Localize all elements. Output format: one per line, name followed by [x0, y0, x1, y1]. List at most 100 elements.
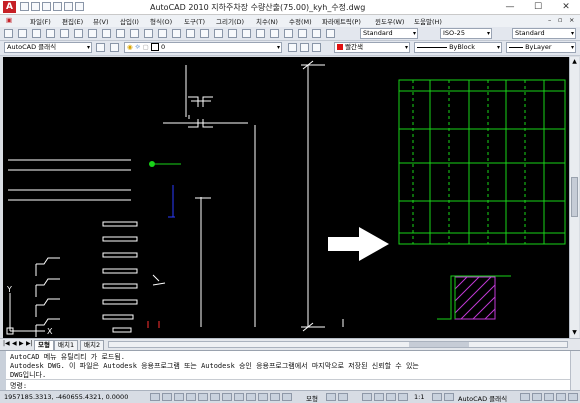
- workspace-combo[interactable]: AutoCAD 클래식 ▾: [4, 42, 92, 53]
- dynamic-input-icon[interactable]: [246, 393, 256, 401]
- isolate-objects-icon[interactable]: [544, 393, 554, 401]
- open-file-icon[interactable]: [31, 2, 40, 11]
- tray-settings-icon[interactable]: [556, 393, 566, 401]
- first-tab-icon[interactable]: |◀: [3, 340, 10, 347]
- open-icon[interactable]: [18, 29, 27, 38]
- menu-file[interactable]: 파일(F): [30, 16, 51, 26]
- table-style-combo[interactable]: Standard ▾: [512, 28, 576, 39]
- plot-icon[interactable]: [46, 29, 55, 38]
- scroll-down-icon[interactable]: ▼: [571, 329, 578, 336]
- menu-insert[interactable]: 삽입(I): [120, 16, 139, 26]
- properties-icon[interactable]: [242, 29, 251, 38]
- layer-combo[interactable]: ◉ ☼ ▢ 0 ▾: [124, 42, 282, 53]
- quickcalc-icon[interactable]: [312, 29, 321, 38]
- sheet-set-icon[interactable]: [284, 29, 293, 38]
- last-tab-icon[interactable]: ▶|: [26, 340, 33, 347]
- menu-draw[interactable]: 그리기(D): [216, 16, 244, 26]
- undo-icon[interactable]: [53, 2, 62, 11]
- prev-tab-icon[interactable]: ◀: [12, 340, 17, 347]
- preview-icon[interactable]: [60, 29, 69, 38]
- pan-icon[interactable]: [362, 393, 372, 401]
- redo-icon[interactable]: [64, 2, 73, 11]
- copy-icon[interactable]: [102, 29, 111, 38]
- doc-close-icon[interactable]: ×: [569, 16, 574, 24]
- menu-modify[interactable]: 수정(M): [289, 16, 312, 26]
- dim-style-combo[interactable]: ISO-25 ▾: [440, 28, 492, 39]
- vertical-scrollbar[interactable]: ▲ ▼: [569, 57, 579, 338]
- selection-cycling-icon[interactable]: [282, 393, 292, 401]
- menu-help[interactable]: 도움말(H): [414, 16, 442, 26]
- maximize-button[interactable]: ☐: [524, 0, 552, 14]
- auto-scale-icon[interactable]: [444, 393, 454, 401]
- dynamic-ucs-icon[interactable]: [234, 393, 244, 401]
- menu-parametric[interactable]: 파라메트릭(P): [322, 16, 361, 26]
- quick-view-layouts-icon[interactable]: [326, 393, 336, 401]
- 3d-object-snap-icon[interactable]: [210, 393, 220, 401]
- menu-tools[interactable]: 도구(T): [184, 16, 205, 26]
- horizontal-scrollbar[interactable]: [108, 341, 568, 348]
- polar-tracking-icon[interactable]: [186, 393, 196, 401]
- help-icon[interactable]: [326, 29, 335, 38]
- linetype-combo[interactable]: ByBlock ▾: [414, 42, 502, 53]
- new-icon[interactable]: [4, 29, 13, 38]
- showmotion-icon[interactable]: [398, 393, 408, 401]
- lock-icon[interactable]: [520, 393, 530, 401]
- color-combo[interactable]: 빨간색 ▾: [334, 42, 410, 53]
- match-properties-icon[interactable]: [130, 29, 139, 38]
- design-center-icon[interactable]: [256, 29, 265, 38]
- layer-previous-icon[interactable]: [300, 43, 309, 52]
- menu-format[interactable]: 형식(O): [150, 16, 172, 26]
- publish-icon[interactable]: [74, 29, 83, 38]
- workspace-settings-icon[interactable]: [96, 43, 105, 52]
- next-tab-icon[interactable]: ▶: [19, 340, 24, 347]
- zoom-window-icon[interactable]: [214, 29, 223, 38]
- block-editor-icon[interactable]: [144, 29, 153, 38]
- green-grip-point[interactable]: [149, 161, 155, 167]
- ortho-mode-icon[interactable]: [174, 393, 184, 401]
- layer-states-icon[interactable]: [312, 43, 321, 52]
- text-style-combo[interactable]: Standard ▾: [360, 28, 418, 39]
- pan-icon[interactable]: [186, 29, 195, 38]
- horizontal-scroll-thumb[interactable]: [409, 342, 469, 347]
- object-snap-icon[interactable]: [198, 393, 208, 401]
- plot-icon[interactable]: [75, 2, 84, 11]
- new-file-icon[interactable]: [20, 2, 29, 11]
- object-snap-tracking-icon[interactable]: [222, 393, 232, 401]
- menu-view[interactable]: 뷰(V): [93, 16, 109, 26]
- undo-icon[interactable]: [158, 29, 167, 38]
- scroll-thumb[interactable]: [571, 177, 578, 217]
- menu-window[interactable]: 윈도우(W): [375, 16, 404, 26]
- hardware-acceleration-icon[interactable]: [532, 393, 542, 401]
- lineweight-combo[interactable]: ByLayer ▾: [506, 42, 576, 53]
- drawing-canvas[interactable]: Y X: [3, 57, 569, 338]
- scroll-up-icon[interactable]: ▲: [571, 58, 578, 65]
- minimize-button[interactable]: —: [496, 0, 524, 14]
- command-scrollbar[interactable]: [570, 351, 580, 391]
- lineweight-icon[interactable]: [258, 393, 268, 401]
- close-button[interactable]: ✕: [552, 0, 580, 14]
- quick-properties-icon[interactable]: [270, 393, 280, 401]
- redo-icon[interactable]: [172, 29, 181, 38]
- doc-restore-icon[interactable]: ▫: [558, 16, 562, 24]
- zoom-previous-icon[interactable]: [228, 29, 237, 38]
- annotation-scale[interactable]: 1:1: [414, 393, 424, 401]
- menu-dimension[interactable]: 치수(N): [256, 16, 278, 26]
- markup-icon[interactable]: [298, 29, 307, 38]
- tool-palettes-icon[interactable]: [270, 29, 279, 38]
- zoom-realtime-icon[interactable]: [200, 29, 209, 38]
- quick-view-drawings-icon[interactable]: [338, 393, 348, 401]
- zoom-icon[interactable]: [374, 393, 384, 401]
- clean-screen-icon[interactable]: [568, 393, 578, 401]
- steering-wheel-icon[interactable]: [386, 393, 396, 401]
- drawing-menu-icon[interactable]: ▣: [6, 16, 12, 24]
- make-current-layer-icon[interactable]: [288, 43, 297, 52]
- snap-mode-icon[interactable]: [150, 393, 160, 401]
- layer-properties-icon[interactable]: [110, 43, 119, 52]
- paste-icon[interactable]: [116, 29, 125, 38]
- menu-edit[interactable]: 편집(E): [62, 16, 83, 26]
- doc-minimize-icon[interactable]: –: [548, 16, 551, 24]
- cut-icon[interactable]: [88, 29, 97, 38]
- grid-display-icon[interactable]: [162, 393, 172, 401]
- save-icon[interactable]: [42, 2, 51, 11]
- save-icon[interactable]: [32, 29, 41, 38]
